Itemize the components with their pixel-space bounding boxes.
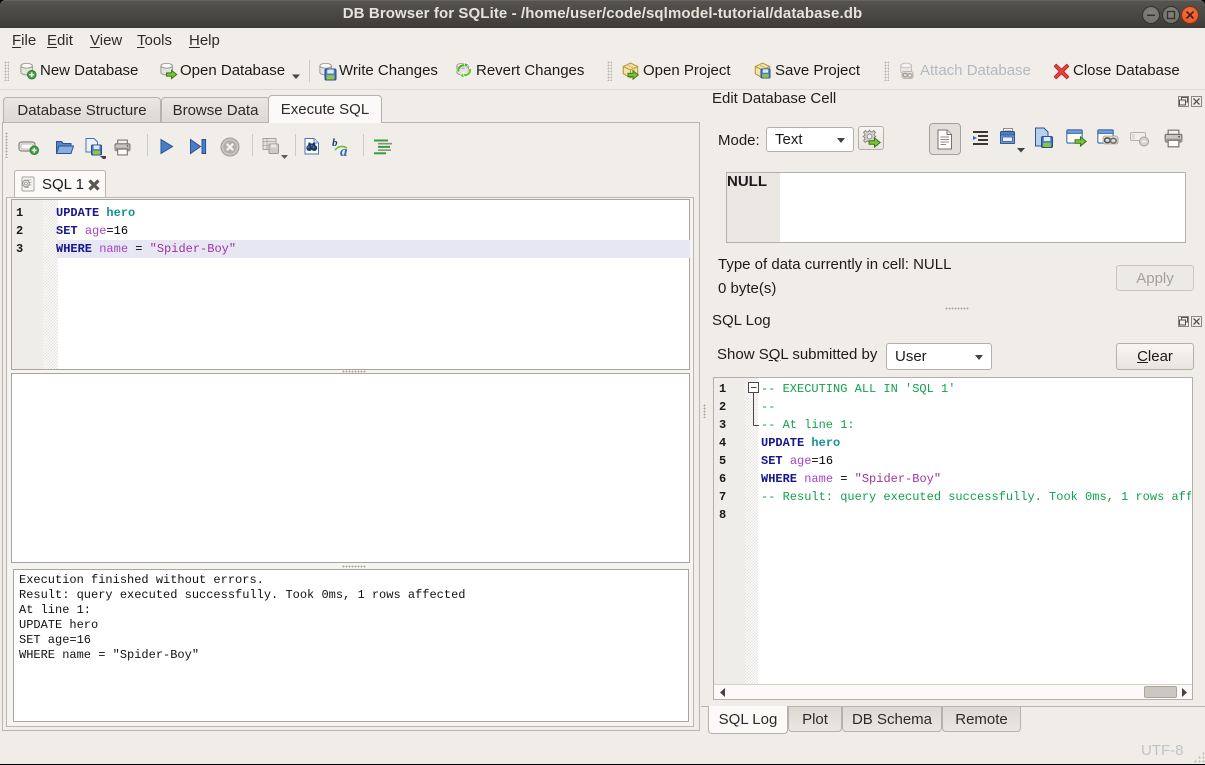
svg-text:a: a <box>340 144 348 158</box>
